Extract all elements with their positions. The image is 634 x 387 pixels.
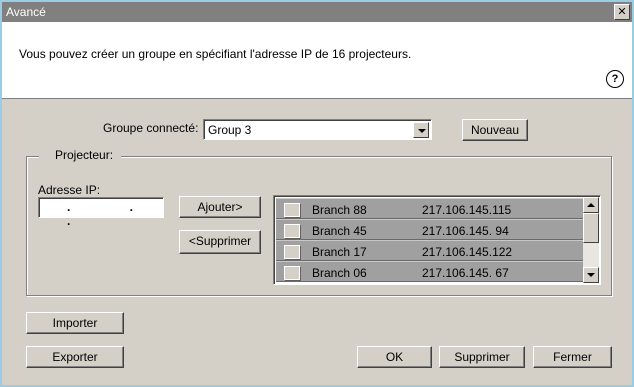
projector-icon (284, 224, 300, 238)
title-bar: Avancé ✕ (2, 2, 632, 22)
window-title: Avancé (6, 5, 46, 19)
ok-button[interactable]: OK (357, 346, 432, 368)
projector-ip: 217.106.145.115 (422, 203, 512, 217)
projector-name: Branch 88 (312, 203, 367, 217)
delete-button[interactable]: Supprimer (439, 346, 525, 368)
projector-name: Branch 45 (312, 224, 367, 238)
list-item[interactable]: Branch 17 217.106.145.122 (276, 240, 584, 261)
group-select-value: Group 3 (208, 123, 252, 137)
projector-icon (284, 266, 300, 280)
close-button[interactable]: Fermer (533, 346, 612, 368)
description-text: Vous pouvez créer un groupe en spécifian… (19, 47, 412, 61)
help-icon[interactable]: ? (606, 70, 624, 88)
projector-icon (284, 203, 300, 217)
projector-section-label: Projecteur: (39, 148, 122, 162)
scroll-down-icon[interactable] (583, 267, 599, 283)
add-button[interactable]: Ajouter> (179, 196, 261, 218)
chevron-down-icon[interactable] (413, 122, 429, 138)
description-panel: Vous pouvez créer un groupe en spécifian… (2, 22, 632, 99)
remove-button[interactable]: <Supprimer (179, 230, 261, 254)
ip-address-placeholder: . . . (67, 200, 162, 228)
ip-address-label: Adresse IP: (38, 183, 101, 197)
scroll-thumb[interactable] (583, 213, 599, 243)
ip-address-input[interactable]: . . . (38, 197, 164, 228)
scroll-up-icon[interactable] (583, 197, 599, 213)
list-item[interactable]: Branch 06 217.106.145. 67 (276, 261, 584, 282)
projector-ip: 217.106.145. 67 (422, 266, 509, 280)
export-button[interactable]: Exporter (26, 346, 124, 368)
new-group-button[interactable]: Nouveau (462, 119, 528, 141)
group-label: Groupe connecté: (103, 121, 199, 135)
projector-name: Branch 06 (312, 266, 367, 280)
projector-list[interactable]: Branch 88 217.106.145.115 Branch 45 217.… (273, 195, 601, 285)
import-button[interactable]: Importer (26, 312, 124, 334)
projector-ip: 217.106.145.122 (422, 245, 513, 259)
list-scrollbar[interactable] (583, 197, 599, 283)
list-item[interactable]: Branch 88 217.106.145.115 (276, 198, 584, 219)
close-icon[interactable]: ✕ (614, 4, 630, 20)
advanced-dialog: Avancé ✕ Vous pouvez créer un groupe en … (0, 0, 634, 387)
group-select[interactable]: Group 3 (203, 119, 432, 140)
list-item[interactable]: Branch 45 217.106.145. 94 (276, 219, 584, 240)
projector-name: Branch 17 (312, 245, 367, 259)
projector-icon (284, 245, 300, 259)
projector-ip: 217.106.145. 94 (422, 224, 509, 238)
